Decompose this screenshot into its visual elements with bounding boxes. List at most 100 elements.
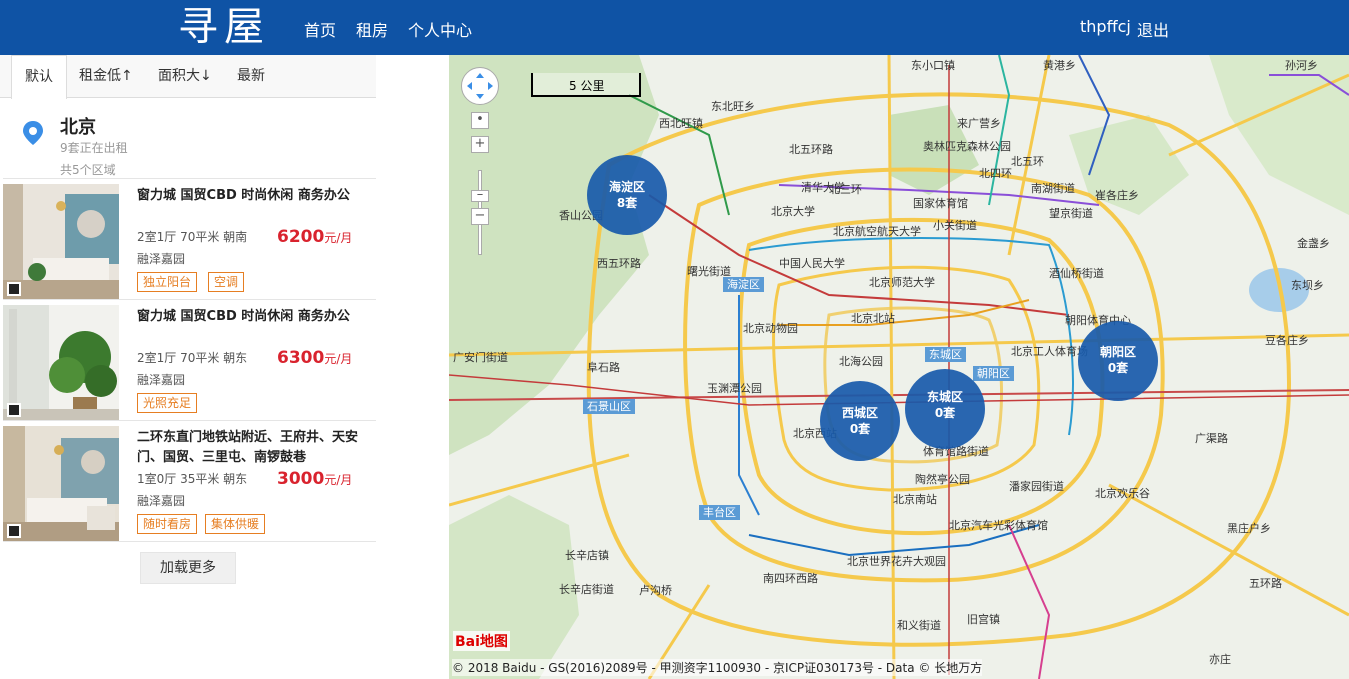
house-item[interactable]: 窗力城 国贸CBD 时尚休闲 商务办公 2室1厅 70平米 朝南 融泽嘉园 62… (3, 180, 376, 300)
map-label: 北海公园 (839, 355, 883, 368)
map-label: 北五环路 (789, 143, 833, 156)
pan-arrows-icon (467, 73, 493, 99)
house-photo[interactable] (3, 426, 119, 542)
map-label: 北五环 (1011, 155, 1044, 168)
zoom-in-button[interactable]: + (471, 136, 489, 153)
zoom-slider-handle[interactable]: – (471, 188, 489, 202)
map-label: 黑庄户乡 (1227, 522, 1271, 535)
house-tag: 集体供暖 (205, 514, 266, 534)
map-label: 北京世界花卉大观园 (847, 555, 946, 568)
site-logo[interactable]: 寻屋 (178, 4, 270, 50)
sort-newest-tab[interactable]: 最新 (237, 55, 265, 98)
map-scale-bar: 5 公里 (531, 73, 641, 97)
map-label: 阜石路 (587, 361, 620, 374)
top-navbar: 寻屋 首页 租房 个人中心 thpffcj 退出 (0, 0, 1349, 55)
map-label: 卢沟桥 (639, 584, 672, 597)
house-tag: 空调 (208, 272, 245, 292)
baidu-map-logo[interactable]: Bai地图 (453, 631, 510, 651)
map-label: 中国人民大学 (779, 257, 845, 270)
nav-home[interactable]: 首页 (304, 17, 336, 41)
district-box[interactable]: 海淀区 (723, 277, 764, 292)
map-label: 旧宫镇 (967, 613, 1000, 626)
divider (3, 178, 376, 179)
map-label: 奥林匹克森林公园 (923, 140, 1011, 153)
price-unit: 元/月 (324, 473, 353, 487)
house-tag: 光照充足 (137, 393, 198, 413)
district-box[interactable]: 石景山区 (583, 399, 635, 414)
map-label: 来广营乡 (957, 117, 1001, 130)
district-box[interactable]: 朝阳区 (973, 366, 1014, 381)
zoom-out-button[interactable]: − (471, 208, 489, 225)
pan-control[interactable] (461, 67, 499, 105)
zoom-control[interactable]: • + – − (471, 112, 489, 255)
house-title[interactable]: 窗力城 国贸CBD 时尚休闲 商务办公 (137, 307, 362, 327)
house-spec: 2室1厅 70平米 朝东 (137, 351, 248, 365)
map-label: 北京师范大学 (869, 276, 935, 289)
sort-default-tab[interactable]: 默认 (11, 55, 67, 99)
district-cluster-haidian[interactable]: 海淀区 8套 (587, 155, 667, 235)
price-value: 3000 (277, 469, 325, 489)
map-label: 北京航空航天大学 (833, 225, 921, 238)
district-box[interactable]: 丰台区 (699, 505, 740, 520)
renting-count: 9套正在出租 (60, 141, 128, 155)
map-label: 望京街道 (1049, 207, 1093, 220)
house-list-panel: 默认 租金低↑ 面积大↓ 最新 北京 9套正在出租 共5个区域 窗力城 国贸CB… (0, 55, 449, 679)
map-label: 广安门街道 (453, 351, 508, 364)
nav-user-center[interactable]: 个人中心 (408, 17, 472, 41)
map-label: 南湖街道 (1031, 182, 1075, 195)
map-label: 和义街道 (897, 619, 941, 632)
house-photo[interactable] (3, 184, 119, 300)
house-spec: 1室0厅 35平米 朝东 (137, 472, 248, 486)
image-icon (7, 403, 21, 417)
map-label: 西北旺镇 (659, 117, 703, 130)
map-label: 金盏乡 (1297, 237, 1330, 250)
district-cluster-xicheng[interactable]: 西城区 0套 (820, 381, 900, 461)
location-pin-icon (23, 121, 43, 145)
map-label: 北京工人体育场 (1011, 345, 1088, 358)
city-name: 北京 (60, 117, 96, 138)
load-more-button[interactable]: 加载更多 (140, 552, 236, 584)
house-item[interactable]: 二环东直门地铁站附近、王府井、天安门、国贸、三里屯、南锣鼓巷 1室0厅 35平米… (3, 422, 376, 542)
price-value: 6200 (277, 227, 325, 247)
house-price: 3000元/月 (277, 469, 352, 489)
map-label: 北京北站 (851, 312, 895, 325)
map-label: 陶然亭公园 (915, 473, 970, 486)
sort-area-desc-tab[interactable]: 面积大↓ (158, 55, 212, 98)
map-label: 东小口镇 (911, 59, 955, 72)
sort-bar: 默认 租金低↑ 面积大↓ 最新 (0, 55, 376, 99)
price-value: 6300 (277, 348, 325, 368)
username-link[interactable]: thpffcj (1080, 17, 1131, 36)
map-label: 黄港乡 (1043, 59, 1076, 72)
house-photo[interactable] (3, 305, 119, 421)
house-item[interactable]: 窗力城 国贸CBD 时尚休闲 商务办公 2室1厅 70平米 朝东 融泽嘉园 63… (3, 301, 376, 421)
house-title[interactable]: 二环东直门地铁站附近、王府井、天安门、国贸、三里屯、南锣鼓巷 (137, 428, 362, 468)
map-label: 孙河乡 (1285, 59, 1318, 72)
map-label: 长辛店镇 (565, 549, 609, 562)
map-label: 北京汽车光彩体育馆 (949, 519, 1048, 532)
map-label: 国家体育馆 (913, 197, 968, 210)
logout-link[interactable]: 退出 (1137, 17, 1169, 41)
house-title[interactable]: 窗力城 国贸CBD 时尚休闲 商务办公 (137, 186, 362, 206)
areas-count: 共5个区域 (60, 163, 116, 177)
price-unit: 元/月 (324, 231, 353, 245)
map-label: 广渠路 (1195, 432, 1228, 445)
map-view[interactable]: 海淀区 石景山区 丰台区 东城区 朝阳区 西北旺镇 东北旺乡 清华大学 北京大学… (449, 55, 1349, 679)
nav-rent[interactable]: 租房 (356, 17, 388, 41)
district-cluster-dongcheng[interactable]: 东城区 0套 (905, 369, 985, 449)
house-price: 6200元/月 (277, 227, 352, 247)
map-label: 南四环西路 (763, 572, 818, 585)
house-community: 融泽嘉园 (137, 252, 186, 266)
scale-label: 5 公里 (569, 79, 605, 93)
house-tag: 随时看房 (137, 514, 198, 534)
map-label: 北三环 (829, 183, 862, 196)
map-label: 亦庄 (1209, 653, 1231, 666)
image-icon (7, 524, 21, 538)
map-label: 长辛店街道 (559, 583, 614, 596)
locate-button[interactable]: • (471, 112, 489, 129)
sort-price-asc-tab[interactable]: 租金低↑ (79, 55, 133, 98)
district-box[interactable]: 东城区 (925, 347, 966, 362)
image-icon (7, 282, 21, 296)
house-tag: 独立阳台 (137, 272, 198, 292)
house-community: 融泽嘉园 (137, 494, 186, 508)
district-cluster-chaoyang[interactable]: 朝阳区 0套 (1078, 321, 1158, 401)
